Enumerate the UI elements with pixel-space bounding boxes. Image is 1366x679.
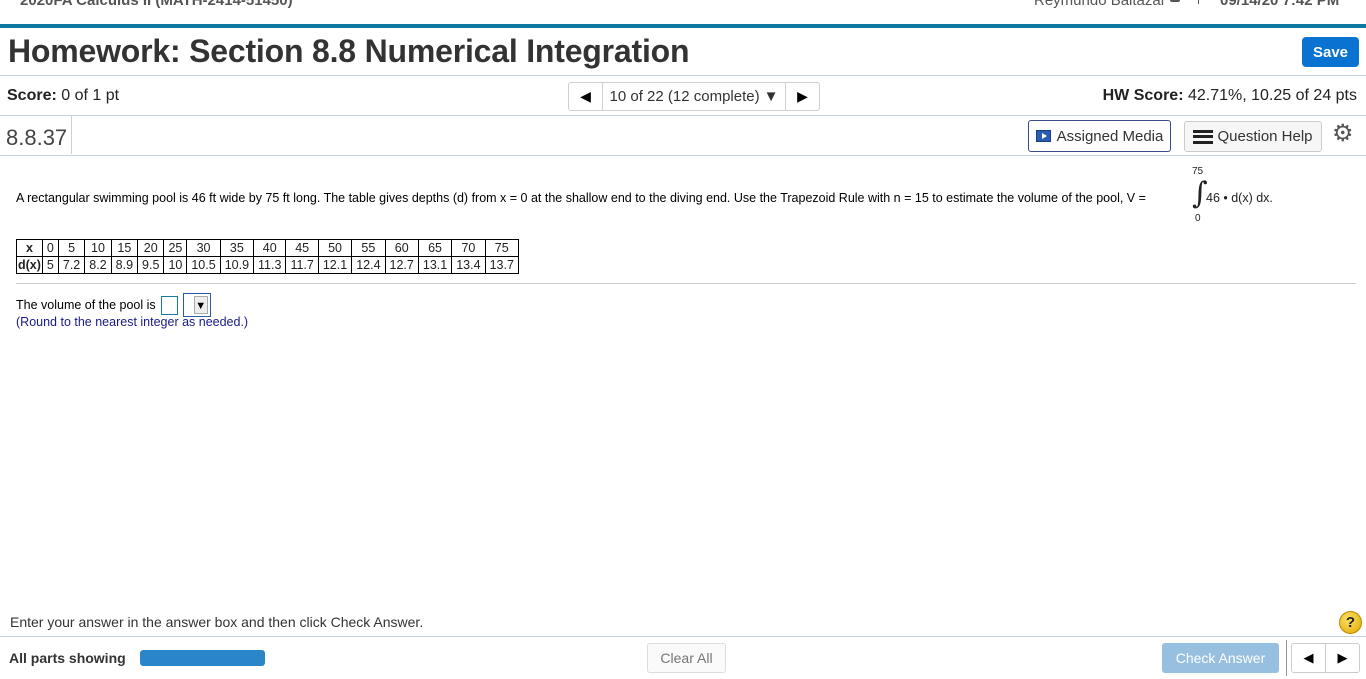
question-text: A rectangular swimming pool is 46 ft wid… — [16, 191, 1146, 205]
table-cell: 10 — [84, 239, 112, 257]
table-cell: 70 — [451, 239, 486, 257]
triangle-down-icon: ▼ — [193, 296, 208, 314]
row-header: d(x) — [16, 256, 43, 274]
table-cell: 8.9 — [110, 256, 139, 274]
hw-score-label: HW Score: — [1102, 87, 1184, 104]
table-cell: 12.4 — [351, 256, 386, 274]
question-navigator: ◀ 10 of 22 (12 complete) ▼ ▶ — [568, 82, 820, 111]
integrand: 46 • d(x) dx. — [1206, 191, 1273, 205]
table-cell: 75 — [484, 239, 519, 257]
table-cell: 5 — [57, 239, 86, 257]
table-row-d: d(x) 5 7.2 8.2 8.9 9.5 10 10.5 10.9 11.3… — [16, 256, 519, 274]
hw-score-value: 42.71%, 10.25 of 24 pts — [1187, 87, 1357, 104]
table-cell: 10.9 — [219, 256, 255, 274]
next-button[interactable]: ▶ — [1326, 644, 1359, 672]
divider — [71, 116, 72, 154]
table-cell: 65 — [417, 239, 453, 257]
answer-prefix: The volume of the pool is — [16, 298, 156, 312]
triangle-right-icon: ▶ — [797, 88, 808, 104]
table-row-x: x 0 5 10 15 20 25 30 35 40 45 50 55 60 6… — [16, 239, 519, 257]
question-selector[interactable]: 10 of 22 (12 complete) ▼ — [603, 83, 785, 110]
table-cell: 7.2 — [57, 256, 86, 274]
table-cell: 50 — [317, 239, 353, 257]
divider — [0, 155, 1366, 156]
question-position: 10 of 22 (12 complete) — [609, 88, 760, 105]
table-cell: 13.7 — [484, 256, 519, 274]
depth-table: x 0 5 10 15 20 25 30 35 40 45 50 55 60 6… — [16, 239, 519, 274]
divider — [0, 115, 1366, 116]
user-name[interactable]: Reymundo Baltazar — [1034, 0, 1166, 9]
parts-label: All parts showing — [9, 650, 126, 666]
question-help-button[interactable]: Question Help — [1184, 121, 1322, 152]
page-title: Homework: Section 8.8 Numerical Integrat… — [8, 33, 690, 69]
list-icon — [1193, 129, 1214, 144]
score-label: Score: — [7, 87, 57, 104]
divider — [0, 636, 1366, 637]
table-cell: 45 — [285, 239, 319, 257]
check-answer-button[interactable]: Check Answer — [1162, 643, 1279, 673]
divider — [1198, 0, 1199, 4]
triangle-right-icon: ▶ — [1337, 650, 1348, 665]
bottom-navigator: ◀ ▶ — [1291, 643, 1360, 673]
table-cell: 35 — [219, 239, 255, 257]
instruction-text: Enter your answer in the answer box and … — [10, 614, 424, 630]
media-player-icon — [1035, 130, 1051, 142]
table-cell: 13.1 — [417, 256, 453, 274]
previous-button[interactable]: ◀ — [1292, 644, 1326, 672]
top-bar: 2020FA Calculus II (MATH-2414-51450) Rey… — [0, 0, 1366, 12]
question-id: 8.8.37 — [6, 125, 68, 150]
hw-score: HW Score: 42.71%, 10.25 of 24 pts — [1103, 87, 1357, 105]
row-header: x — [16, 239, 43, 257]
table-cell: 10 — [163, 256, 188, 274]
table-cell: 30 — [186, 239, 221, 257]
table-cell: 5 — [41, 256, 59, 274]
score-value: 0 of 1 pt — [61, 87, 120, 104]
table-cell: 9.5 — [137, 256, 165, 274]
previous-question-button[interactable]: ◀ — [569, 83, 603, 110]
triangle-left-icon: ◀ — [580, 88, 591, 104]
table-cell: 10.5 — [186, 256, 221, 274]
table-cell: 12.1 — [317, 256, 353, 274]
answer-line: The volume of the pool is ▼ — [16, 293, 211, 317]
triangle-left-icon: ◀ — [1303, 650, 1314, 665]
answer-input[interactable] — [160, 295, 178, 315]
integral-expression: 75 ∫ 0 46 • d(x) dx. — [1186, 165, 1286, 225]
accent-bar — [0, 24, 1366, 28]
lock-icon — [1170, 0, 1180, 2]
course-name: 2020FA Calculus II (MATH-2414-51450) — [20, 0, 293, 9]
table-cell: 11.7 — [285, 256, 319, 274]
divider — [0, 75, 1366, 76]
save-button[interactable]: Save — [1302, 37, 1359, 67]
next-question-button[interactable]: ▶ — [785, 83, 819, 110]
table-cell: 20 — [137, 239, 165, 257]
divider — [16, 283, 1356, 284]
table-cell: 0 — [41, 239, 59, 257]
table-cell: 13.4 — [451, 256, 486, 274]
rounding-note: (Round to the nearest integer as needed.… — [16, 315, 249, 329]
table-cell: 55 — [351, 239, 386, 257]
integral-lower-limit: 0 — [1195, 213, 1201, 224]
parts-progress-bar — [140, 650, 265, 666]
table-cell: 40 — [253, 239, 287, 257]
table-cell: 11.3 — [253, 256, 287, 274]
score: Score: 0 of 1 pt — [7, 87, 119, 105]
gear-icon[interactable]: ⚙ — [1332, 122, 1354, 146]
table-cell: 15 — [110, 239, 139, 257]
divider — [1286, 640, 1287, 676]
datetime: 09/14/20 7:42 PM — [1220, 0, 1340, 9]
table-cell: 12.7 — [384, 256, 419, 274]
question-help-label: Question Help — [1217, 128, 1313, 145]
clear-all-button[interactable]: Clear All — [647, 643, 726, 673]
assigned-media-button[interactable]: Assigned Media — [1028, 120, 1171, 152]
table-cell: 60 — [384, 239, 419, 257]
table-cell: 8.2 — [84, 256, 112, 274]
unit-select[interactable]: ▼ — [182, 293, 211, 317]
triangle-down-icon: ▼ — [763, 88, 779, 105]
progress-fill — [140, 650, 265, 666]
help-icon[interactable]: ? — [1339, 611, 1362, 634]
assigned-media-label: Assigned Media — [1056, 127, 1164, 145]
table-cell: 25 — [163, 239, 188, 257]
